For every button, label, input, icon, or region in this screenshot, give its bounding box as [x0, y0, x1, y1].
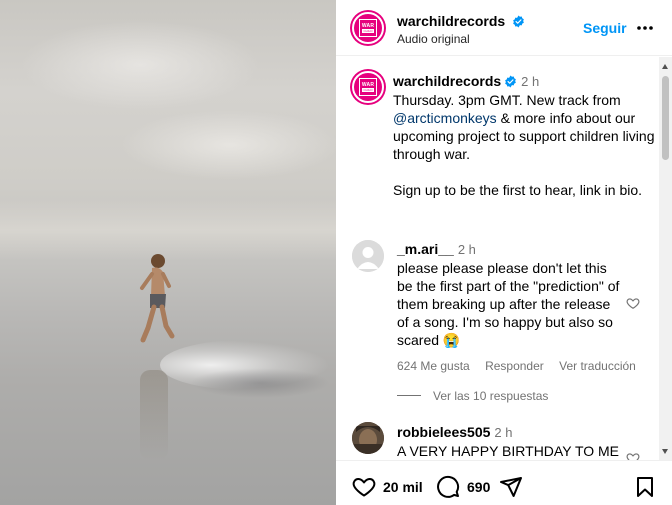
caption-line: Thursday. 3pm GMT. New track from	[393, 92, 621, 108]
verified-badge-icon	[505, 75, 517, 88]
default-avatar-icon	[352, 240, 384, 272]
comment-text: A VERY HAPPY BIRTHDAY TO ME	[397, 443, 620, 459]
comment-body: _m.ari__ 2 h please please please don't l…	[397, 240, 622, 349]
verified-badge-icon	[513, 15, 524, 28]
comment-username[interactable]: robbielees505	[397, 424, 490, 440]
bookmark-icon[interactable]	[633, 475, 657, 499]
running-child	[140, 254, 175, 343]
username-text[interactable]: warchildrecords	[397, 13, 505, 29]
caption-text: warchildrecords 2 h Thursday. 3pm GMT. N…	[393, 72, 658, 199]
sky-cloud	[120, 110, 336, 180]
view-replies-label[interactable]: Ver las 10 respuestas	[433, 389, 548, 403]
save-button[interactable]	[633, 475, 657, 499]
comment-button[interactable]: 690	[436, 475, 490, 499]
logo-mark: WAR CHILD	[359, 19, 377, 37]
caption-username[interactable]: warchildrecords	[393, 73, 501, 89]
scroll-down-arrow-icon[interactable]	[662, 449, 668, 454]
user-photo	[352, 422, 384, 454]
comment-username[interactable]: _m.ari__	[397, 241, 454, 257]
header-username[interactable]: warchildrecords	[397, 13, 525, 29]
sky-cloud	[20, 20, 260, 110]
like-comment-icon[interactable]	[626, 296, 640, 310]
child-reflection	[140, 370, 168, 460]
comment-icon[interactable]	[436, 475, 460, 499]
post-header: WAR CHILD warchildrecords Audio original…	[336, 0, 672, 56]
comment-timestamp[interactable]: 2 h	[494, 425, 512, 440]
scrollbar-thumb[interactable]	[662, 76, 669, 160]
avatar[interactable]	[352, 422, 384, 454]
caption-line: Sign up to be the first to hear, link in…	[393, 182, 643, 198]
water-splash-shadow	[190, 368, 330, 398]
audio-label[interactable]: Audio original	[397, 32, 470, 46]
logo-mark: WAR CHILD	[359, 78, 377, 96]
logo-text: CHILD	[362, 29, 374, 33]
post-panel: WAR CHILD warchildrecords Audio original…	[336, 0, 672, 505]
comment-body: robbielees505 2 h A VERY HAPPY BIRTHDAY T…	[397, 423, 622, 460]
comment-text: please please please don't let this be t…	[397, 260, 620, 348]
post-media[interactable]	[0, 0, 336, 505]
logo-text: CHILD	[362, 88, 374, 92]
account-avatar[interactable]: WAR CHILD	[352, 12, 384, 44]
mention-link[interactable]: @arcticmonkeys	[393, 110, 497, 126]
view-replies-button[interactable]: Ver las 10 respuestas	[397, 389, 548, 403]
heart-icon[interactable]	[352, 475, 376, 499]
comment-likes[interactable]: 624 Me gusta	[397, 359, 470, 373]
like-comment-icon[interactable]	[626, 451, 640, 460]
scroll-up-arrow-icon[interactable]	[662, 64, 668, 69]
like-button[interactable]: 20 mil	[352, 475, 423, 499]
avatar[interactable]	[352, 240, 384, 272]
replies-divider	[397, 395, 421, 396]
caption-timestamp[interactable]: 2 h	[521, 74, 539, 89]
more-options-icon[interactable]	[636, 21, 654, 35]
action-bar: 20 mil 690	[336, 460, 672, 505]
share-button[interactable]	[499, 475, 523, 499]
like-count[interactable]: 20 mil	[383, 479, 423, 495]
comments-scroll-area[interactable]: WAR CHILD warchildrecords 2 h Thursday. …	[336, 57, 672, 460]
comment-meta: 624 Me gusta Responder Ver traducción	[397, 359, 648, 373]
comment-count[interactable]: 690	[467, 479, 490, 495]
share-icon[interactable]	[499, 475, 523, 499]
comment-timestamp[interactable]: 2 h	[458, 242, 476, 257]
translate-button[interactable]: Ver traducción	[559, 359, 636, 373]
caption-avatar[interactable]: WAR CHILD	[352, 71, 384, 103]
follow-button[interactable]: Seguir	[583, 20, 627, 36]
reply-button[interactable]: Responder	[485, 359, 544, 373]
